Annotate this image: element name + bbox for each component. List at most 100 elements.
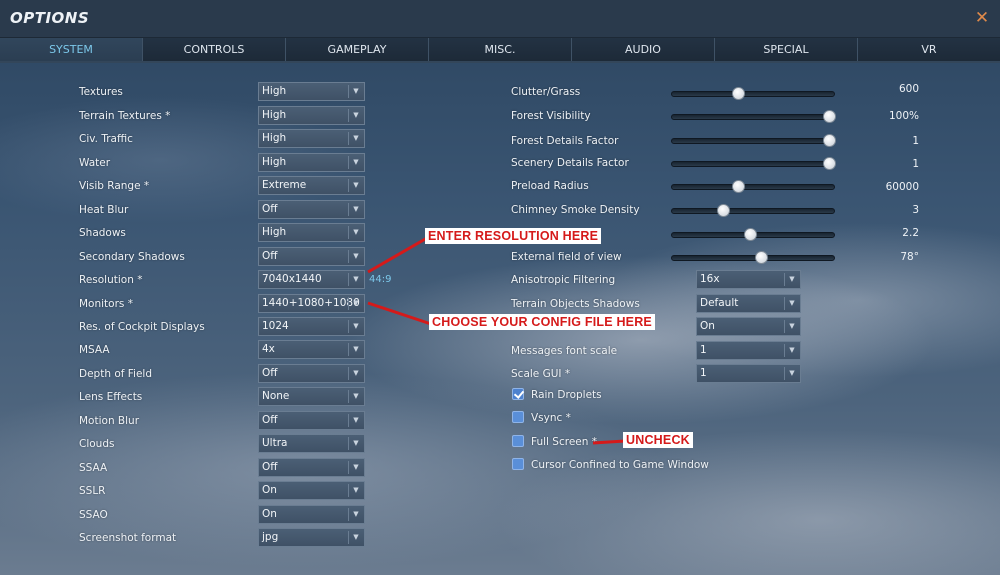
setting-label: Res. of Cockpit Displays	[79, 321, 205, 333]
select-value: 1024	[262, 320, 289, 332]
tab-audio[interactable]: AUDIO	[571, 38, 714, 61]
ssaa-select[interactable]: Off ▼	[258, 458, 365, 477]
slider-value: 1	[912, 135, 919, 147]
vsync-checkbox[interactable]	[512, 411, 524, 423]
scenery-details-slider[interactable]	[671, 157, 836, 170]
select-value: High	[262, 226, 287, 238]
select-value: On	[700, 320, 715, 332]
visib-range-select[interactable]: Extreme ▼	[258, 176, 365, 195]
terrain-objects-shadows-select[interactable]: Default ▼	[696, 294, 801, 313]
chevron-down-icon: ▼	[353, 510, 359, 518]
chevron-down-icon: ▼	[353, 345, 359, 353]
setting-label: Motion Blur	[79, 415, 140, 427]
tab-vr[interactable]: VR	[857, 38, 1000, 61]
slider-knob[interactable]	[823, 134, 836, 147]
slider-value: 60000	[885, 181, 919, 193]
preload-radius-slider[interactable]	[671, 180, 835, 193]
cockpit-displays-select[interactable]: 1024 ▼	[258, 317, 365, 336]
shadows-select[interactable]: High ▼	[258, 223, 365, 242]
resolution-select[interactable]: 7040x1440 ▼	[258, 270, 365, 289]
chevron-down-icon: ▼	[789, 322, 795, 330]
setting-label: Heat Blur	[79, 204, 129, 216]
slider-knob[interactable]	[744, 228, 757, 241]
water-select[interactable]: High ▼	[258, 153, 365, 172]
annotation-uncheck: UNCHECK	[623, 432, 693, 448]
select-divider	[348, 531, 349, 544]
slider-value: 100%	[888, 110, 919, 122]
chevron-down-icon: ▼	[789, 369, 795, 377]
slider-knob[interactable]	[755, 251, 768, 264]
select-value: Off	[262, 367, 278, 379]
external-fov-slider[interactable]	[671, 251, 835, 264]
scale-gui-select[interactable]: 1 ▼	[696, 364, 801, 383]
select-divider	[348, 203, 349, 216]
tab-controls[interactable]: CONTROLS	[142, 38, 285, 61]
select-divider	[348, 320, 349, 333]
slider-knob[interactable]	[732, 87, 745, 100]
forest-visibility-slider[interactable]	[671, 110, 836, 123]
screenshot-format-select[interactable]: jpg ▼	[258, 528, 365, 547]
slider-knob[interactable]	[823, 157, 836, 170]
secondary-shadows-select[interactable]: Off ▼	[258, 247, 365, 266]
slider-label: Clutter/Grass	[511, 86, 581, 98]
lens-effects-select[interactable]: None ▼	[258, 387, 365, 406]
setting-label: Lens Effects	[79, 391, 143, 403]
select-divider	[784, 273, 785, 286]
select-divider	[348, 179, 349, 192]
select-divider	[348, 508, 349, 521]
select-divider	[348, 132, 349, 145]
heat-blur-select[interactable]: Off ▼	[258, 200, 365, 219]
chevron-down-icon: ▼	[789, 275, 795, 283]
cursor-confined-checkbox[interactable]	[512, 458, 524, 470]
chevron-down-icon: ▼	[353, 439, 359, 447]
full-screen-checkbox[interactable]	[512, 435, 524, 447]
hidden-setting-slider[interactable]	[671, 228, 835, 241]
annotation-arrows	[367, 236, 626, 445]
monitors-select[interactable]: 1440+1080+1080 ▼	[258, 294, 365, 313]
select-divider	[348, 226, 349, 239]
ssao-select[interactable]: On ▼	[258, 505, 365, 524]
civ-traffic-select[interactable]: High ▼	[258, 129, 365, 148]
rain-droplets-checkbox[interactable]	[512, 388, 524, 400]
select-divider	[348, 367, 349, 380]
slider-knob[interactable]	[732, 180, 745, 193]
msaa-select[interactable]: 4x ▼	[258, 340, 365, 359]
select-divider	[348, 109, 349, 122]
forest-details-slider[interactable]	[671, 134, 836, 147]
slider-knob[interactable]	[717, 204, 730, 217]
setting-label: Civ. Traffic	[79, 133, 133, 145]
motion-blur-select[interactable]: Off ▼	[258, 411, 365, 430]
select-divider	[348, 156, 349, 169]
tab-special[interactable]: SPECIAL	[714, 38, 857, 61]
setting-label: Scale GUI *	[511, 368, 571, 380]
hidden-setting-select[interactable]: On ▼	[696, 317, 801, 336]
config-arrow	[367, 301, 432, 326]
textures-select[interactable]: High ▼	[258, 82, 365, 101]
window-title: OPTIONS	[10, 9, 90, 27]
setting-label: Textures	[79, 86, 123, 98]
tab-gameplay[interactable]: GAMEPLAY	[285, 38, 428, 61]
chevron-down-icon: ▼	[353, 252, 359, 260]
select-value: Off	[262, 203, 278, 215]
select-value: On	[262, 484, 277, 496]
depth-of-field-select[interactable]: Off ▼	[258, 364, 365, 383]
anisotropic-filtering-select[interactable]: 16x ▼	[696, 270, 801, 289]
chevron-down-icon: ▼	[353, 87, 359, 95]
select-value: 7040x1440	[262, 273, 322, 285]
clutter-grass-slider[interactable]	[671, 87, 835, 100]
terrain-textures-select[interactable]: High ▼	[258, 106, 365, 125]
messages-font-scale-select[interactable]: 1 ▼	[696, 341, 801, 360]
chimney-smoke-slider[interactable]	[671, 204, 835, 217]
slider-knob[interactable]	[823, 110, 836, 123]
tab-misc[interactable]: MISC.	[428, 38, 571, 61]
setting-label: Messages font scale	[511, 345, 618, 357]
tab-system[interactable]: SYSTEM	[0, 38, 142, 61]
sslr-select[interactable]: On ▼	[258, 481, 365, 500]
close-icon[interactable]: ✕	[974, 8, 990, 28]
aspect-ratio-label: 44:9	[369, 274, 392, 285]
chevron-down-icon: ▼	[353, 369, 359, 377]
checkbox-label: Vsync *	[531, 412, 571, 424]
select-divider	[348, 437, 349, 450]
clouds-select[interactable]: Ultra ▼	[258, 434, 365, 453]
chevron-down-icon: ▼	[353, 463, 359, 471]
